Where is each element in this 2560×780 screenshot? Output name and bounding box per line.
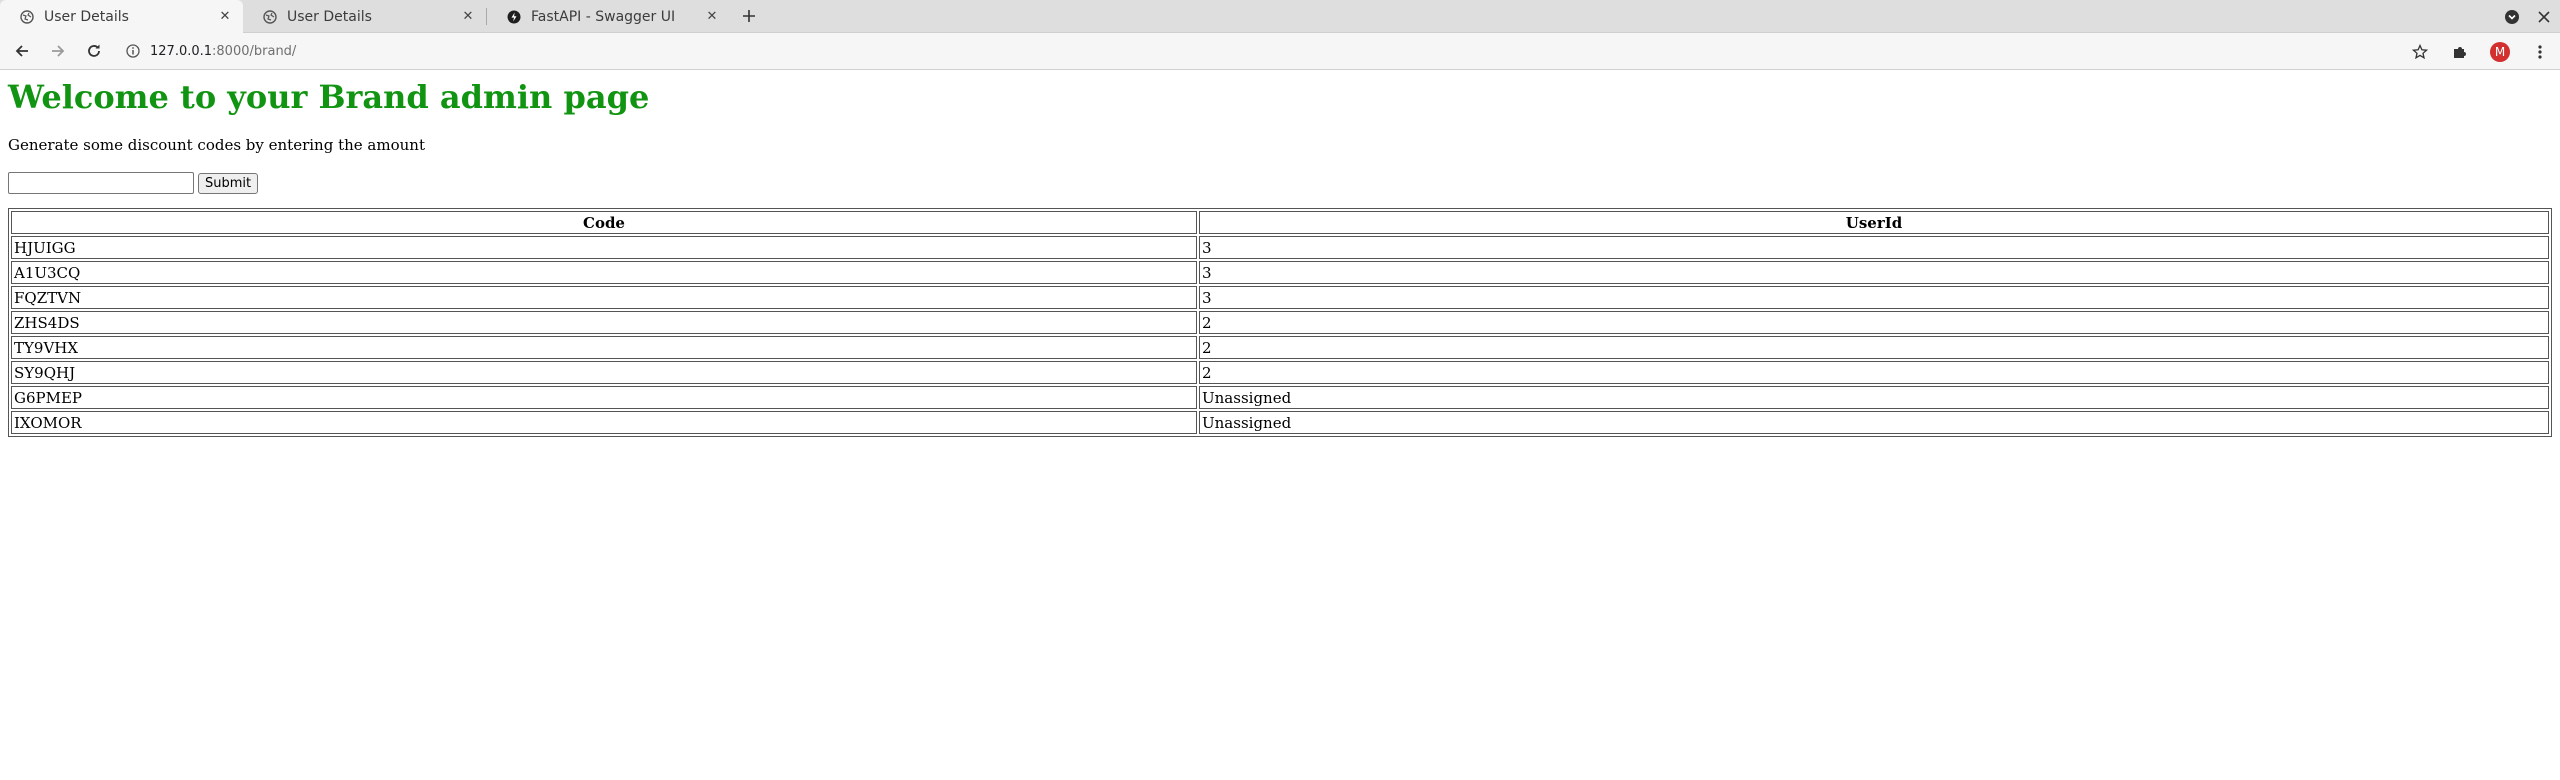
browser-tab-bar: User Details ✕ User Details ✕ FastAPI - … (0, 0, 2560, 33)
discount-form: Submit (8, 172, 2552, 194)
code-cell: G6PMEP (11, 386, 1197, 409)
close-tab-icon[interactable]: ✕ (217, 9, 233, 24)
globe-icon (263, 9, 277, 24)
site-info-icon[interactable] (126, 44, 140, 58)
userid-cell: Unassigned (1199, 386, 2549, 409)
avatar: M (2490, 41, 2510, 62)
page-title: Welcome to your Brand admin page (8, 78, 650, 116)
table-row: SY9QHJ 2 (11, 361, 2549, 384)
userid-cell: Unassigned (1199, 411, 2549, 434)
column-header-code: Code (11, 211, 1197, 234)
discount-codes-table: Code UserId HJUIGG 3 A1U3CQ 3 FQZTVN 3 ZHS4… (8, 208, 2552, 437)
table-row: HJUIGG 3 (11, 236, 2549, 259)
page-description: Generate some discount codes by entering… (8, 136, 425, 154)
userid-cell: 2 (1199, 311, 2549, 334)
close-window-button[interactable] (2528, 0, 2560, 33)
table-header-row: Code UserId (11, 211, 2549, 234)
amount-input[interactable] (8, 172, 194, 194)
url-path: :8000/brand/ (212, 43, 297, 59)
code-cell: FQZTVN (11, 286, 1197, 309)
browser-menu-icon[interactable] (2520, 33, 2560, 70)
userid-cell: 2 (1199, 336, 2549, 359)
userid-cell: 2 (1199, 361, 2549, 384)
tab-title: User Details (44, 8, 129, 25)
table-row: A1U3CQ 3 (11, 261, 2549, 284)
table-row: ZHS4DS 2 (11, 311, 2549, 334)
column-header-userid: UserId (1199, 211, 2549, 234)
reload-button[interactable] (76, 33, 112, 70)
code-cell: ZHS4DS (11, 311, 1197, 334)
tab-search-button[interactable] (2496, 0, 2528, 33)
extensions-puzzle-icon[interactable] (2440, 33, 2480, 70)
tab-user-details-active[interactable]: User Details ✕ (0, 0, 243, 33)
code-cell: A1U3CQ (11, 261, 1197, 284)
forward-button[interactable] (40, 33, 76, 70)
table-row: G6PMEP Unassigned (11, 386, 2549, 409)
tab-user-details[interactable]: User Details ✕ (243, 0, 486, 33)
tab-title: FastAPI - Swagger UI (531, 8, 676, 25)
table-row: FQZTVN 3 (11, 286, 2549, 309)
page-content: Welcome to your Brand admin page Generat… (0, 77, 2560, 437)
bookmark-star-icon[interactable] (2400, 33, 2440, 70)
close-tab-icon[interactable]: ✕ (460, 9, 476, 24)
tab-fastapi-swagger[interactable]: FastAPI - Swagger UI ✕ (487, 0, 730, 33)
profile-button[interactable]: M (2480, 33, 2520, 70)
submit-button[interactable]: Submit (198, 172, 259, 194)
userid-cell: 3 (1199, 236, 2549, 259)
table-row: IXOMOR Unassigned (11, 411, 2549, 434)
code-cell: SY9QHJ (11, 361, 1197, 384)
globe-icon (20, 9, 34, 24)
userid-cell: 3 (1199, 286, 2549, 309)
code-cell: IXOMOR (11, 411, 1197, 434)
code-cell: TY9VHX (11, 336, 1197, 359)
tab-title: User Details (287, 8, 372, 25)
code-cell: HJUIGG (11, 236, 1197, 259)
fastapi-icon (507, 10, 521, 24)
url-host: 127.0.0.1 (150, 43, 213, 59)
userid-cell: 3 (1199, 261, 2549, 284)
new-tab-button[interactable] (737, 4, 761, 28)
address-bar[interactable]: 127.0.0.1:8000/brand/ (118, 37, 296, 65)
browser-toolbar: 127.0.0.1:8000/brand/ M (0, 33, 2560, 70)
back-button[interactable] (4, 33, 40, 70)
table-row: TY9VHX 2 (11, 336, 2549, 359)
close-tab-icon[interactable]: ✕ (704, 9, 720, 24)
